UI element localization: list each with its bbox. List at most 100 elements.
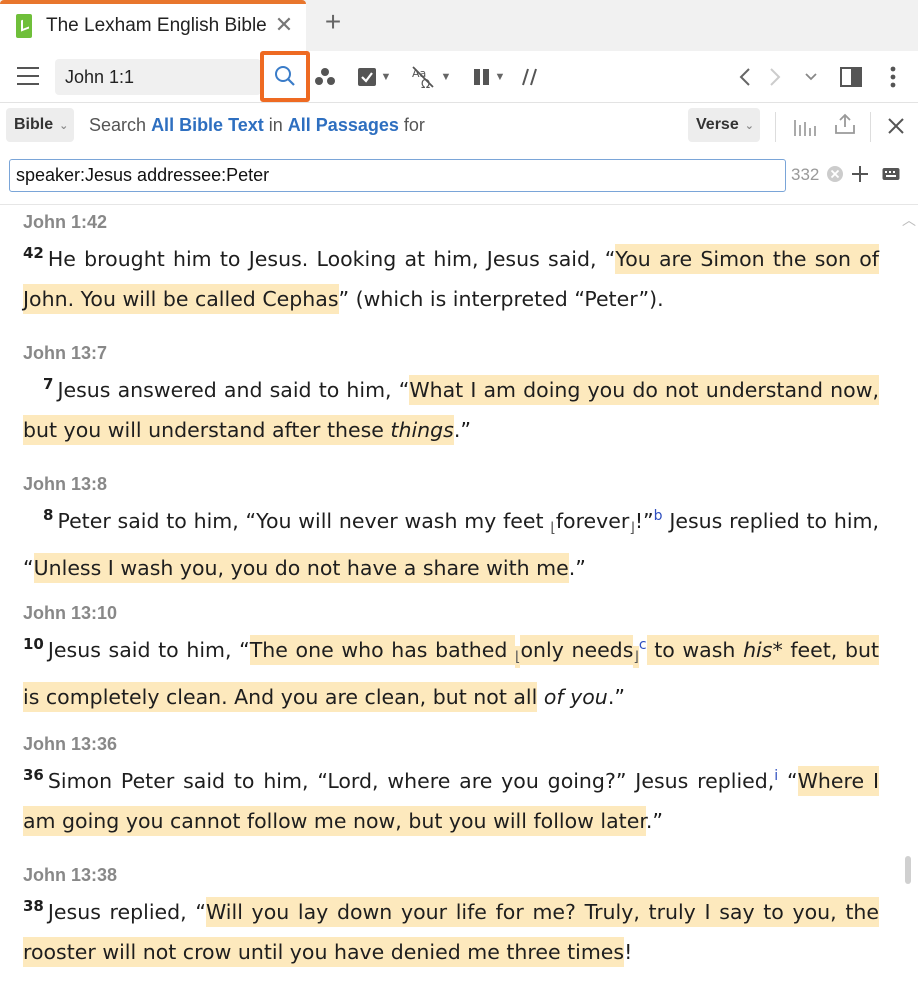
text-span: !” xyxy=(634,509,654,533)
search-word: Search xyxy=(89,115,147,135)
layout-dropdown[interactable]: ▼ xyxy=(468,63,510,91)
highlighted-text: Unless I wash you, you do not have a sha… xyxy=(33,553,569,583)
tab-title: The Lexham English Bible xyxy=(46,15,267,36)
close-search-icon[interactable] xyxy=(884,112,908,140)
clear-query-icon[interactable] xyxy=(824,163,846,185)
verse-text: 38 Jesus replied, “Will you lay down your… xyxy=(23,886,879,972)
tab-lexham-english-bible[interactable]: The Lexham English Bible ✕ xyxy=(0,0,306,51)
verse-text: 8 Peter said to him, “You will never wash… xyxy=(23,495,879,588)
scroll-up-icon[interactable]: ︿ xyxy=(902,210,916,230)
footnote-marker[interactable]: b xyxy=(654,508,663,524)
highlighted-text: his xyxy=(743,635,773,665)
checkbox-icon xyxy=(357,68,376,86)
forward-icon[interactable] xyxy=(764,63,786,91)
search-button[interactable] xyxy=(260,51,310,102)
logos-app-icon xyxy=(16,14,32,38)
add-icon[interactable] xyxy=(849,163,871,185)
verse-text: 36 Simon Peter said to him, “Lord, where … xyxy=(23,755,879,841)
tab-close-icon[interactable]: ✕ xyxy=(271,12,297,38)
visual-filters-icon[interactable] xyxy=(312,63,338,91)
highlighted-text: The one who has bathed xyxy=(249,635,515,665)
search-result[interactable]: John 13:10 10 Jesus said to him, “The one … xyxy=(23,602,880,717)
text-span: Peter said to him, “You will never wash … xyxy=(57,509,551,533)
result-reference[interactable]: John 13:10 xyxy=(23,602,879,624)
search-description: Search All Bible Text in All Passages fo… xyxy=(89,115,425,136)
reference-box[interactable]: John 1:1 xyxy=(55,59,261,95)
analysis-chart-icon[interactable] xyxy=(792,112,820,140)
divider xyxy=(870,112,871,142)
text-span: Simon Peter said to him, “Lord, where ar… xyxy=(47,769,775,793)
text-span: “ xyxy=(778,769,798,793)
search-type-label: Bible xyxy=(14,116,54,133)
scope-text-link[interactable]: All Bible Text xyxy=(151,115,264,135)
match-label: Verse xyxy=(696,116,739,133)
tab-bar: The Lexham English Bible ✕ + xyxy=(0,0,918,51)
result-reference[interactable]: John 13:38 xyxy=(23,864,879,886)
for-word: for xyxy=(403,115,425,135)
result-count: 332 xyxy=(791,165,820,184)
result-reference[interactable]: John 13:8 xyxy=(23,473,879,495)
search-result[interactable]: John 13:8 8 Peter said to him, “You will n… xyxy=(23,473,879,588)
chevron-down-icon: ⌄ xyxy=(59,119,69,132)
scrollbar-thumb[interactable] xyxy=(905,856,911,884)
menu-icon[interactable] xyxy=(17,67,39,85)
text-span: ” (which is interpreted “Peter”). xyxy=(338,287,664,311)
verse-text: 10 Jesus said to him, “The one who has ba… xyxy=(23,624,880,717)
text-span: .” xyxy=(453,418,471,442)
highlighted-text: to wash xyxy=(646,635,744,665)
share-icon[interactable] xyxy=(832,110,858,138)
search-result[interactable]: John 1:42 42 He brought him to Jesus. Look… xyxy=(23,211,879,319)
verse-number: 7 xyxy=(43,375,54,393)
search-query-input[interactable] xyxy=(9,159,786,192)
reference-text: John 1:1 xyxy=(65,67,135,87)
chevron-down-icon: ⌄ xyxy=(744,119,754,132)
result-reference[interactable]: John 13:36 xyxy=(23,733,879,755)
text-span: .” xyxy=(645,809,664,833)
history-chevron-down-icon[interactable] xyxy=(800,63,822,91)
new-tab-button[interactable]: + xyxy=(318,6,348,38)
divider xyxy=(775,112,776,142)
toolbar: John 1:1 ▼ AaΩ ▼ ▼ xyxy=(0,51,918,103)
text-span: .” xyxy=(568,556,586,580)
text-span: Jesus said to him, “ xyxy=(47,638,250,662)
interlinear-icon: AaΩ xyxy=(412,66,434,89)
columns-icon xyxy=(473,69,489,85)
result-reference[interactable]: John 1:42 xyxy=(23,211,879,233)
search-header: Bible ⌄ Search All Bible Text in All Pas… xyxy=(0,104,918,150)
scope-passages-link[interactable]: All Passages xyxy=(288,115,399,135)
results-pane: ︿ John 1:42 42 He brought him to Jesus. Lo… xyxy=(0,206,918,997)
result-reference[interactable]: John 13:7 xyxy=(23,342,879,364)
keyboard-icon[interactable] xyxy=(880,163,902,185)
text-span: He brought him to Jesus. Looking at him,… xyxy=(47,247,616,271)
verse-number: 36 xyxy=(23,766,44,784)
verse-text: 42 He brought him to Jesus. Looking at hi… xyxy=(23,233,879,319)
footnote-marker[interactable]: c xyxy=(639,637,647,653)
verse-number: 42 xyxy=(23,244,44,262)
text-span: Jesus replied, “ xyxy=(47,900,206,924)
text-span: forever xyxy=(555,509,630,533)
panel-layout-icon[interactable] xyxy=(839,63,863,91)
text-span: .” xyxy=(607,685,625,709)
search-icon xyxy=(275,66,295,86)
text-span: ! xyxy=(624,940,633,964)
highlighted-text: things xyxy=(390,415,454,445)
query-row: 332 xyxy=(0,150,918,205)
verse-number: 8 xyxy=(43,506,54,524)
back-icon[interactable] xyxy=(734,63,756,91)
verse-number: 10 xyxy=(23,635,44,653)
more-options-icon[interactable] xyxy=(882,63,904,91)
parallel-icon[interactable] xyxy=(518,63,542,91)
checklist-dropdown[interactable]: ▼ xyxy=(354,63,394,91)
search-type-dropdown[interactable]: Bible ⌄ xyxy=(6,108,74,142)
verse-number: 38 xyxy=(23,897,44,915)
text-span: Jesus answered and said to him, “ xyxy=(57,378,410,402)
search-result[interactable]: John 13:36 36 Simon Peter said to him, “Lo… xyxy=(23,733,879,841)
search-result[interactable]: John 13:7 7 Jesus answered and said to him… xyxy=(23,342,879,450)
match-dropdown[interactable]: Verse ⌄ xyxy=(688,108,760,142)
verse-text: 7 Jesus answered and said to him, “What I… xyxy=(23,364,879,450)
in-word: in xyxy=(268,115,283,135)
interlinear-dropdown[interactable]: AaΩ ▼ xyxy=(408,63,454,91)
highlighted-text: only needs xyxy=(520,635,634,665)
search-result[interactable]: John 13:38 38 Jesus replied, “Will you lay… xyxy=(23,864,879,972)
text-span: of you xyxy=(543,685,608,709)
